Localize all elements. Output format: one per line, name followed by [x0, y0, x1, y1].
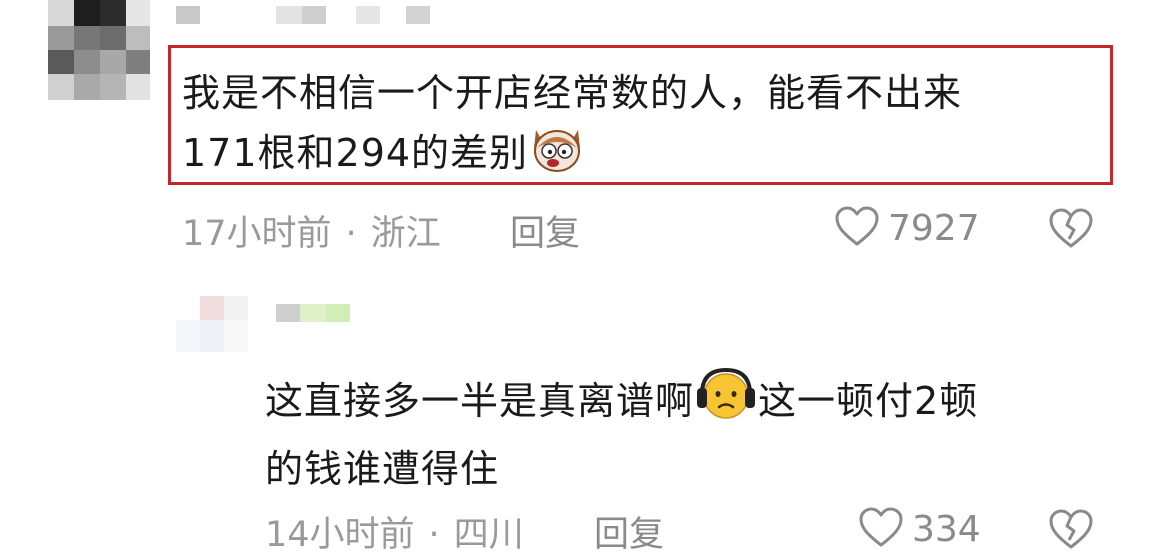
heart-outline-icon — [834, 205, 880, 251]
comment-text-line-2-row: 171根和294的差别 — [182, 120, 962, 188]
username-blurred[interactable] — [176, 6, 456, 24]
broken-heart-icon — [1048, 208, 1094, 253]
comment-text-line-2: 171根和294的差别 — [182, 131, 529, 175]
broken-heart-icon — [1048, 509, 1094, 554]
meta-separator: · — [428, 515, 440, 555]
like-button[interactable]: 7927 — [834, 205, 980, 251]
meta-separator: · — [345, 214, 357, 254]
comment-location: 浙江 — [370, 214, 441, 254]
reply-button[interactable]: 回复 — [510, 205, 580, 256]
like-count: 334 — [912, 508, 981, 550]
comment-location: 四川 — [453, 515, 524, 555]
comment-time: 14小时前 — [265, 515, 415, 555]
reply-button[interactable]: 回复 — [594, 506, 664, 557]
comment-time: 17小时前 — [182, 214, 332, 254]
avatar[interactable] — [176, 296, 248, 352]
avatar[interactable] — [48, 0, 150, 100]
username-blurred[interactable] — [276, 304, 356, 322]
like-count: 7927 — [888, 207, 980, 249]
like-button[interactable]: 334 — [858, 506, 981, 552]
comment-meta: 17小时前 · 浙江 — [182, 205, 441, 256]
surprised-dog-emoji — [528, 120, 586, 188]
dislike-button[interactable] — [1048, 508, 1094, 554]
comment-text: 这直接多一半是真离谱啊 这一顿付2顿 的钱谁遭得住 — [265, 366, 978, 496]
comment-meta: 14小时前 · 四川 — [265, 506, 524, 557]
dislike-button[interactable] — [1048, 207, 1094, 253]
comment-text: 我是不相信一个开店经常数的人，能看不出来 171根和294的差别 — [182, 66, 962, 188]
headphone-sad-emoji — [694, 366, 758, 436]
comment-text-line-1: 我是不相信一个开店经常数的人，能看不出来 — [182, 71, 963, 115]
comment-text-line-1-row: 这直接多一半是真离谱啊 这一顿付2顿 — [265, 366, 978, 436]
comment-text-line-1b: 这一顿付2顿 — [758, 379, 979, 423]
comment-text-line-2: 的钱谁遭得住 — [265, 447, 500, 491]
comment-text-line-1a: 这直接多一半是真离谱啊 — [265, 379, 695, 423]
heart-outline-icon — [858, 506, 904, 552]
